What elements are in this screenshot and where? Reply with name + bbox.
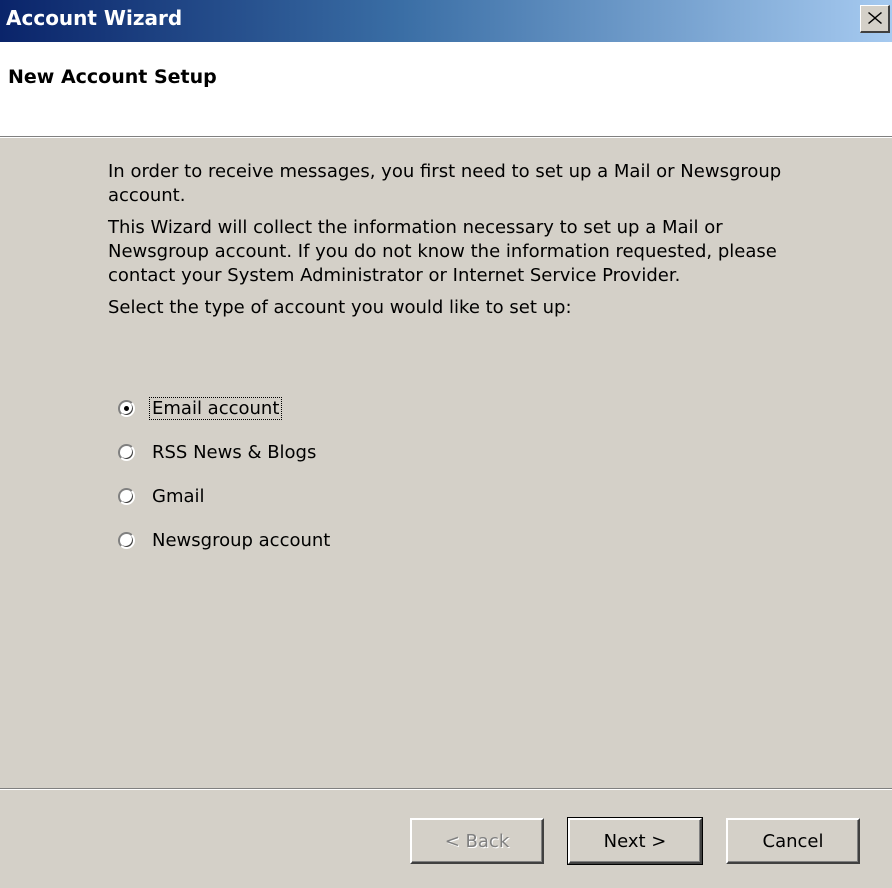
radio-option-rss[interactable]: RSS News & Blogs (118, 430, 332, 474)
back-button[interactable]: < Back (410, 818, 544, 864)
close-icon (868, 12, 882, 24)
radio-option-newsgroup[interactable]: Newsgroup account (118, 518, 332, 562)
radio-option-email[interactable]: Email account (118, 386, 332, 430)
radio-label-rss[interactable]: RSS News & Blogs (150, 442, 318, 463)
next-button[interactable]: Next > (567, 817, 703, 865)
header-divider (0, 136, 892, 138)
radio-label-email[interactable]: Email account (148, 396, 283, 420)
title-bar: Account Wizard (0, 0, 892, 42)
intro-text: In order to receive messages, you first … (108, 160, 828, 328)
intro-paragraph-1: In order to receive messages, you first … (108, 161, 782, 206)
radio-selected-dot (124, 405, 129, 411)
radio-option-gmail[interactable]: Gmail (118, 474, 332, 518)
radio-label-newsgroup[interactable]: Newsgroup account (150, 530, 332, 551)
radio-button-gmail[interactable] (118, 487, 135, 505)
footer-divider (0, 788, 892, 790)
cancel-button[interactable]: Cancel (726, 818, 860, 864)
radio-button-rss[interactable] (118, 443, 135, 461)
account-type-prompt: Select the type of account you would lik… (108, 297, 572, 318)
close-button[interactable] (860, 5, 890, 33)
radio-button-newsgroup[interactable] (118, 531, 135, 549)
intro-paragraph-2: This Wizard will collect the information… (108, 217, 777, 286)
header-panel: New Account Setup (0, 42, 892, 136)
account-type-radio-group: Email account RSS News & Blogs Gmail New… (118, 386, 332, 562)
account-wizard-window: Account Wizard New Account Setup In orde… (0, 0, 892, 888)
page-title: New Account Setup (8, 66, 217, 88)
radio-button-email[interactable] (118, 399, 135, 417)
radio-label-gmail[interactable]: Gmail (150, 486, 207, 507)
window-title: Account Wizard (6, 6, 183, 30)
